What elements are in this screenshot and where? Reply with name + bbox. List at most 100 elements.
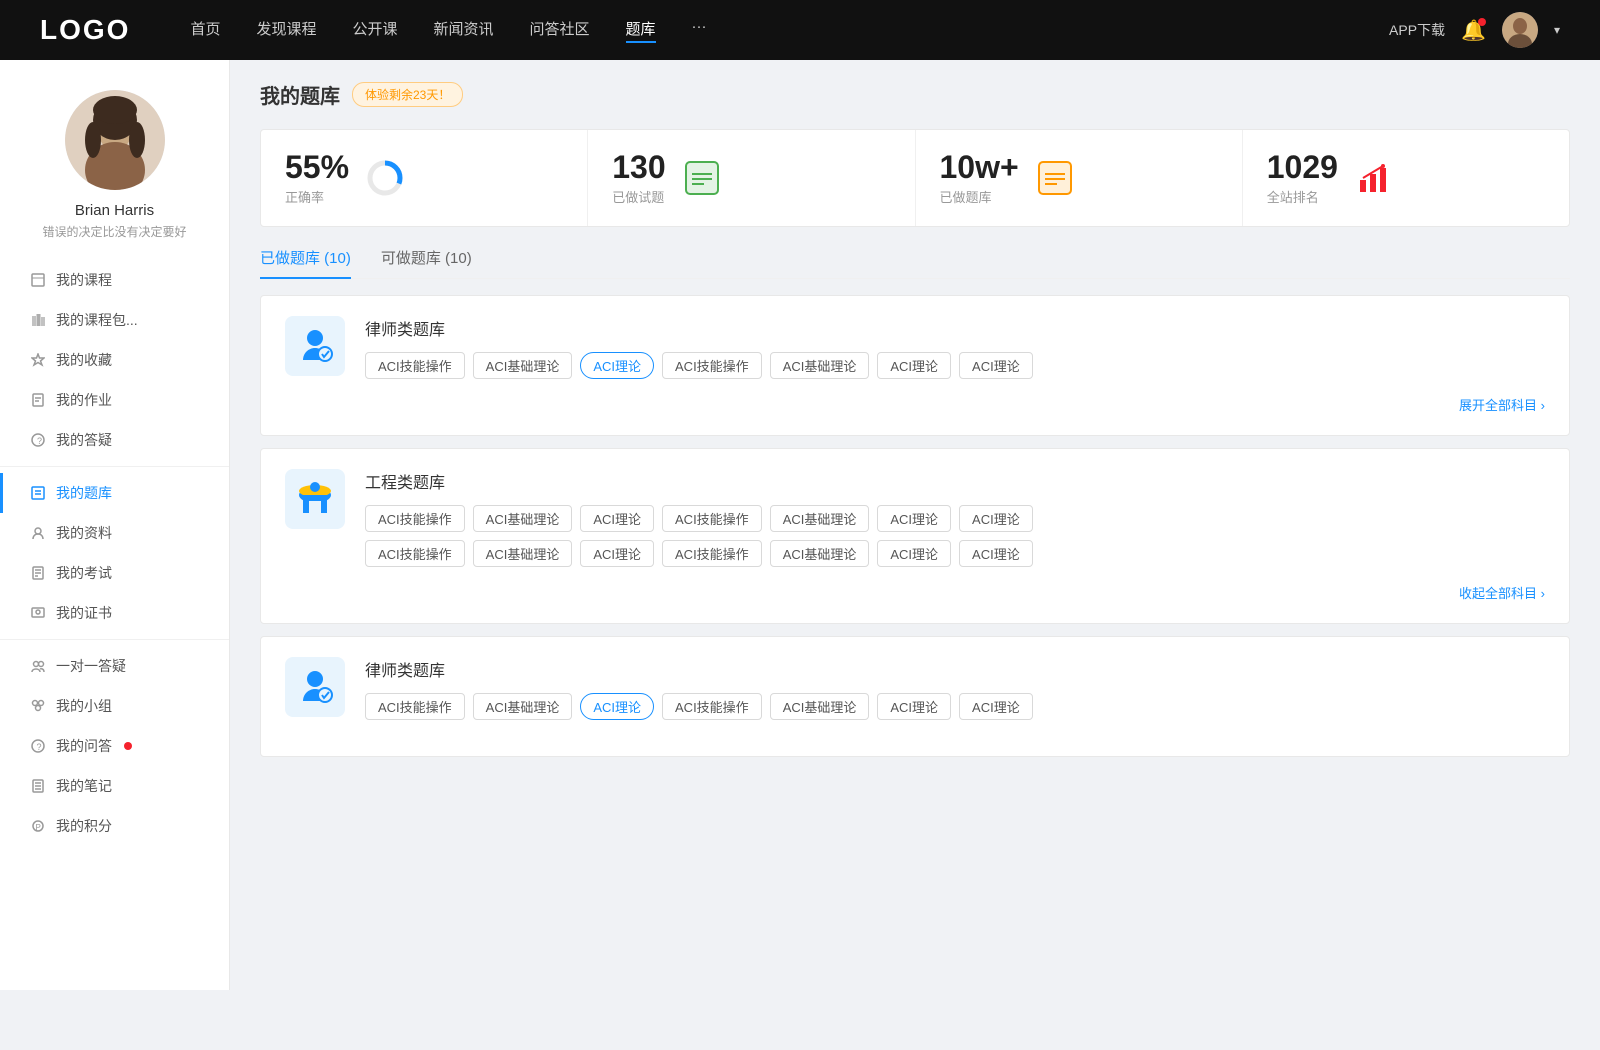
homework-icon [30,392,46,408]
tag-3-0[interactable]: ACI技能操作 [365,693,465,720]
tag-3-4[interactable]: ACI基础理论 [770,693,870,720]
qbank-card-2-header: 工程类题库 ACI技能操作 ACI基础理论 ACI理论 ACI技能操作 ACI基… [285,469,1545,567]
qbank-card-engineer: 工程类题库 ACI技能操作 ACI基础理论 ACI理论 ACI技能操作 ACI基… [260,448,1570,624]
stat-rank-label: 全站排名 [1267,187,1338,206]
questions-icon: ? [30,432,46,448]
sidebar: Brian Harris 错误的决定比没有决定要好 我的课程 我的课程包... … [0,60,230,990]
tag-3-2[interactable]: ACI理论 [580,693,654,720]
sidebar-item-favorites[interactable]: 我的收藏 [0,340,229,380]
sidebar-item-points[interactable]: P 我的积分 [0,806,229,846]
tag-3-6[interactable]: ACI理论 [959,693,1033,720]
tag-3-1[interactable]: ACI基础理论 [473,693,573,720]
tag-2-4[interactable]: ACI基础理论 [770,505,870,532]
tag-2-6[interactable]: ACI理论 [959,505,1033,532]
qbank-card-1-icon [285,316,345,376]
tag-1-6[interactable]: ACI理论 [959,352,1033,379]
tag-2r2-3[interactable]: ACI技能操作 [662,540,762,567]
trial-badge: 体验剩余23天！ [352,82,463,107]
nav-open-course[interactable]: 公开课 [352,18,397,43]
qbank-card-2-tags-row1: ACI技能操作 ACI基础理论 ACI理论 ACI技能操作 ACI基础理论 AC… [365,505,1545,532]
sidebar-item-course-packages[interactable]: 我的课程包... [0,300,229,340]
tag-2r2-0[interactable]: ACI技能操作 [365,540,465,567]
notes-label: 我的笔记 [56,776,112,796]
tag-2r2-6[interactable]: ACI理论 [959,540,1033,567]
tag-1-5[interactable]: ACI理论 [877,352,951,379]
accuracy-chart-icon [365,158,405,198]
notification-dot [1478,18,1486,26]
logo: LOGO [40,14,130,46]
user-menu-chevron[interactable]: ▾ [1554,23,1560,37]
nav-question-bank[interactable]: 题库 [626,18,656,43]
nav-news[interactable]: 新闻资讯 [434,18,494,43]
one-on-one-label: 一对一答疑 [56,656,126,676]
tag-1-1[interactable]: ACI基础理论 [473,352,573,379]
question-bank-label: 我的题库 [56,483,112,503]
sidebar-item-one-on-one[interactable]: 一对一答疑 [0,646,229,686]
tag-2-3[interactable]: ACI技能操作 [662,505,762,532]
sidebar-item-courses[interactable]: 我的课程 [0,260,229,300]
sidebar-item-questions[interactable]: ? 我的答疑 [0,420,229,460]
certificates-icon [30,605,46,621]
certificates-label: 我的证书 [56,603,112,623]
sidebar-item-profile[interactable]: 我的资料 [0,513,229,553]
tag-1-4[interactable]: ACI基础理论 [770,352,870,379]
done-banks-icon [1035,158,1075,198]
stat-rank: 1029 全站排名 [1243,130,1569,226]
tag-3-5[interactable]: ACI理论 [877,693,951,720]
qbank-card-1-footer: 展开全部科目 › [285,395,1545,415]
tag-2r2-4[interactable]: ACI基础理论 [770,540,870,567]
qbank-card-2-icon [285,469,345,529]
tag-2-2[interactable]: ACI理论 [580,505,654,532]
tag-1-3[interactable]: ACI技能操作 [662,352,762,379]
qbank-card-lawyer-1: 律师类题库 ACI技能操作 ACI基础理论 ACI理论 ACI技能操作 ACI基… [260,295,1570,436]
sidebar-item-question-bank[interactable]: 我的题库 [0,473,229,513]
tag-3-3[interactable]: ACI技能操作 [662,693,762,720]
stats-row: 55% 正确率 130 已做试题 [260,129,1570,227]
tab-done[interactable]: 已做题库 (10) [260,247,351,278]
qbank-card-3-title: 律师类题库 [365,657,1545,681]
tag-1-2[interactable]: ACI理论 [580,352,654,379]
collapse-link-2[interactable]: 收起全部科目 › [1459,586,1545,601]
course-packages-label: 我的课程包... [56,310,138,330]
tag-2-5[interactable]: ACI理论 [877,505,951,532]
app-download-link[interactable]: APP下载 [1389,20,1445,40]
user-avatar-header[interactable] [1502,12,1538,48]
course-packages-icon [30,312,46,328]
points-icon: P [30,818,46,834]
notification-bell[interactable]: 🔔 [1461,18,1486,43]
tag-2-1[interactable]: ACI基础理论 [473,505,573,532]
sidebar-item-notes[interactable]: 我的笔记 [0,766,229,806]
stat-done-banks-label: 已做题库 [940,187,1019,206]
tab-available[interactable]: 可做题库 (10) [381,247,472,278]
tag-2r2-2[interactable]: ACI理论 [580,540,654,567]
qbank-card-3-header: 律师类题库 ACI技能操作 ACI基础理论 ACI理论 ACI技能操作 ACI基… [285,657,1545,720]
qbank-card-3-tags: ACI技能操作 ACI基础理论 ACI理论 ACI技能操作 ACI基础理论 AC… [365,693,1545,720]
stat-done-banks: 10w+ 已做题库 [916,130,1243,226]
qbank-card-1-tags: ACI技能操作 ACI基础理论 ACI理论 ACI技能操作 ACI基础理论 AC… [365,352,1545,379]
sidebar-item-homework[interactable]: 我的作业 [0,380,229,420]
header-right: APP下载 🔔 ▾ [1389,12,1560,48]
nav-discover[interactable]: 发现课程 [256,18,316,43]
svg-text:?: ? [37,436,42,446]
tag-1-0[interactable]: ACI技能操作 [365,352,465,379]
question-bank-icon [30,485,46,501]
nav-more[interactable]: ··· [692,18,707,43]
exams-label: 我的考试 [56,563,112,583]
user-bio: 错误的决定比没有决定要好 [32,223,196,240]
nav-qa[interactable]: 问答社区 [530,18,590,43]
tag-2-0[interactable]: ACI技能操作 [365,505,465,532]
sidebar-menu: 我的课程 我的课程包... 我的收藏 我的作业 [0,260,229,846]
nav-home[interactable]: 首页 [190,18,220,43]
qbank-card-2-tags-row2: ACI技能操作 ACI基础理论 ACI理论 ACI技能操作 ACI基础理论 AC… [365,540,1545,567]
sidebar-item-group[interactable]: 我的小组 [0,686,229,726]
sidebar-divider-1 [0,466,229,467]
stat-done-questions: 130 已做试题 [588,130,915,226]
expand-link-1[interactable]: 展开全部科目 › [1459,398,1545,413]
sidebar-item-exams[interactable]: 我的考试 [0,553,229,593]
tag-2r2-1[interactable]: ACI基础理论 [473,540,573,567]
sidebar-item-certificates[interactable]: 我的证书 [0,593,229,633]
svg-text:P: P [36,823,41,832]
rank-icon [1354,158,1394,198]
sidebar-item-qa[interactable]: ? 我的问答 [0,726,229,766]
tag-2r2-5[interactable]: ACI理论 [877,540,951,567]
